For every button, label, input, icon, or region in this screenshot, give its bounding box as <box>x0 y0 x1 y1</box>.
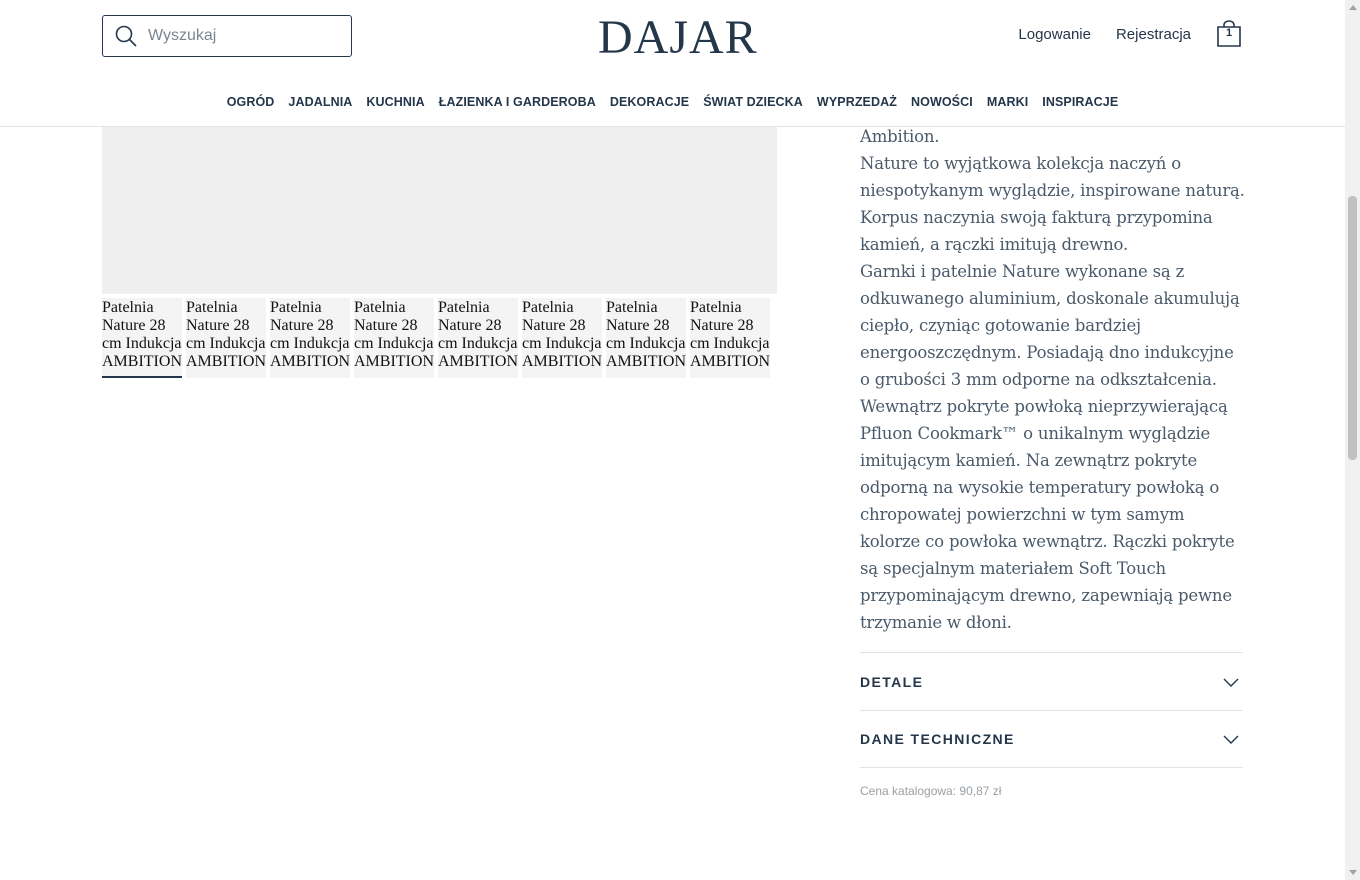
register-link[interactable]: Rejestracja <box>1116 26 1191 43</box>
thumbnail[interactable]: Patelnia Nature 28 cm Indukcja AMBITION <box>354 298 434 378</box>
nav-item-nowosci[interactable]: NOWOŚCI <box>911 95 973 109</box>
page-scrollbar[interactable] <box>1345 0 1360 880</box>
thumbnail-alt-text: Patelnia Nature 28 cm Indukcja AMBITION <box>186 299 266 370</box>
description-paragraph: Garnki i patelnie Nature wykonane są z o… <box>860 262 1240 632</box>
description-paragraph: Nature to wyjątkowa kolekcja naczyń o ni… <box>860 154 1245 254</box>
nav-item-inspiracje[interactable]: INSPIRACJE <box>1042 95 1118 109</box>
nav-item-ogrod[interactable]: OGRÓD <box>227 95 275 109</box>
thumbnail[interactable]: Patelnia Nature 28 cm Indukcja AMBITION <box>270 298 350 378</box>
thumbnail[interactable]: Patelnia Nature 28 cm Indukcja AMBITION <box>606 298 686 378</box>
cart-button[interactable]: 1 <box>1216 20 1242 48</box>
accordion-details[interactable]: DETALE <box>860 652 1243 710</box>
thumbnail[interactable]: Patelnia Nature 28 cm Indukcja AMBITION <box>690 298 770 378</box>
login-link[interactable]: Logowanie <box>1018 26 1091 43</box>
thumbnail[interactable]: Patelnia Nature 28 cm Indukcja AMBITION <box>186 298 266 378</box>
nav-item-wyprzedaz[interactable]: WYPRZEDAŻ <box>817 95 897 109</box>
scroll-up-arrow-icon[interactable] <box>1349 5 1357 10</box>
cart-count: 1 <box>1225 27 1233 39</box>
accordion-technical-data-label: DANE TECHNICZNE <box>860 731 1015 747</box>
thumbnail-alt-text: Patelnia Nature 28 cm Indukcja AMBITION <box>354 299 434 370</box>
nav-item-lazienka[interactable]: ŁAZIENKA I GARDEROBA <box>439 95 596 109</box>
thumbnail-alt-text: Patelnia Nature 28 cm Indukcja AMBITION <box>522 299 602 370</box>
site-header: DAJAR Logowanie Rejestracja 1 OGRÓD JADA… <box>0 0 1345 127</box>
scrollbar-thumb[interactable] <box>1348 196 1357 460</box>
thumbnail[interactable]: Patelnia Nature 28 cm Indukcja AMBITION <box>102 298 182 378</box>
nav-item-kuchnia[interactable]: KUCHNIA <box>366 95 424 109</box>
chevron-down-icon <box>1223 678 1239 687</box>
product-description: Ambition. Nature to wyjątkowa kolekcja n… <box>860 123 1245 636</box>
search-input[interactable] <box>148 27 338 45</box>
accordion-technical-data[interactable]: DANE TECHNICZNE <box>860 710 1243 768</box>
thumbnail[interactable]: Patelnia Nature 28 cm Indukcja AMBITION <box>438 298 518 378</box>
product-thumbnails: Patelnia Nature 28 cm Indukcja AMBITION … <box>102 298 770 378</box>
thumbnail-alt-text: Patelnia Nature 28 cm Indukcja AMBITION <box>102 299 182 370</box>
thumbnail-alt-text: Patelnia Nature 28 cm Indukcja AMBITION <box>438 299 518 370</box>
search-box[interactable] <box>102 15 352 57</box>
nav-item-swiat-dziecka[interactable]: ŚWIAT DZIECKA <box>703 95 803 109</box>
chevron-down-icon <box>1223 735 1239 744</box>
description-paragraph: Ambition. <box>860 127 940 146</box>
page-content: Patelnia Nature 28 cm Indukcja AMBITION … <box>0 0 1345 880</box>
nav-item-dekoracje[interactable]: DEKORACJE <box>610 95 689 109</box>
accordion-details-label: DETALE <box>860 673 924 690</box>
account-links: Logowanie Rejestracja 1 <box>1018 20 1242 48</box>
nav-item-marki[interactable]: MARKI <box>987 95 1028 109</box>
thumbnail-alt-text: Patelnia Nature 28 cm Indukcja AMBITION <box>270 299 350 370</box>
thumbnail-alt-text: Patelnia Nature 28 cm Indukcja AMBITION <box>606 299 686 370</box>
nav-item-jadalnia[interactable]: JADALNIA <box>288 95 352 109</box>
thumbnail-alt-text: Patelnia Nature 28 cm Indukcja AMBITION <box>690 299 770 370</box>
search-icon <box>115 25 137 47</box>
thumbnail[interactable]: Patelnia Nature 28 cm Indukcja AMBITION <box>522 298 602 378</box>
catalog-price-note: Cena katalogowa: 90,87 zł <box>860 784 1002 798</box>
scroll-down-arrow-icon[interactable] <box>1349 870 1357 875</box>
site-logo[interactable]: DAJAR <box>598 10 758 65</box>
main-navigation: OGRÓD JADALNIA KUCHNIA ŁAZIENKA I GARDER… <box>0 95 1345 109</box>
